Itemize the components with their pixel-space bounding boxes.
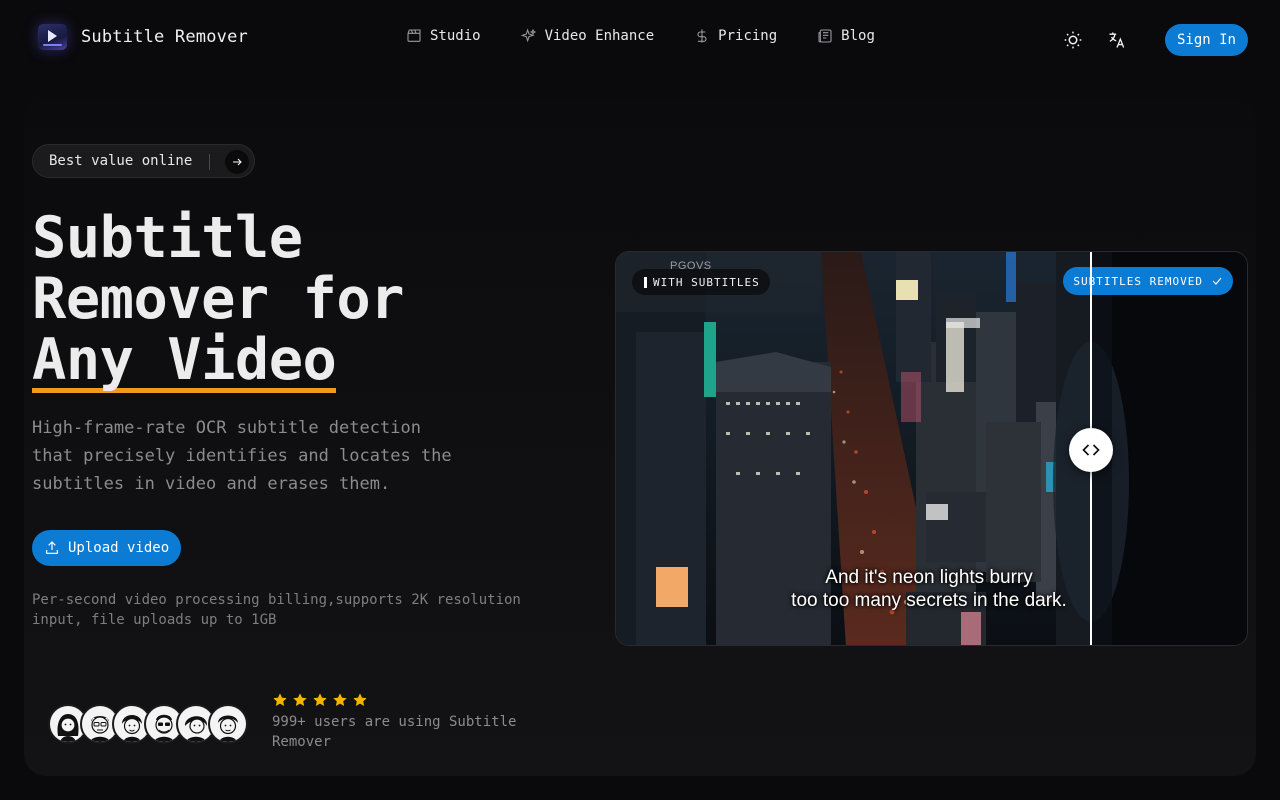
sun-icon <box>1064 31 1082 49</box>
user-avatars <box>48 704 248 744</box>
headline-line-1: Subtitle <box>32 205 303 271</box>
best-value-pill[interactable]: Best value online <box>32 144 255 178</box>
badge-marker <box>644 276 647 288</box>
star-icon <box>313 693 327 706</box>
hero-description: High-frame-rate OCR subtitle detection t… <box>32 418 452 494</box>
star-icon <box>293 693 307 706</box>
with-subtitles-badge: WITH SUBTITLES <box>632 269 770 295</box>
badge-left-label: WITH SUBTITLES <box>653 275 760 289</box>
nav-link-label: Blog <box>841 28 875 44</box>
brand[interactable]: Subtitle Remover <box>38 24 248 50</box>
sign-in-button[interactable]: Sign In <box>1164 24 1248 56</box>
nav-link-label: Pricing <box>718 28 778 44</box>
nav-link-studio[interactable]: Studio <box>406 28 481 44</box>
subtitles-removed-badge: SUBTITLES REMOVED <box>1063 267 1233 295</box>
sparkles-icon <box>520 28 536 43</box>
nav-links: Studio Video Enhance Pricing Blog <box>406 28 875 44</box>
newspaper-icon <box>818 29 832 43</box>
brand-name: Subtitle Remover <box>81 27 248 47</box>
pill-divider <box>209 154 210 170</box>
nav-link-pricing[interactable]: Pricing <box>694 28 777 44</box>
upload-label: Upload video <box>68 540 170 556</box>
hero-headline: Subtitle Remover for Any Video <box>32 205 405 393</box>
caption-line-2: too too many secrets in the dark. <box>791 590 1067 611</box>
caption-line-1: And it's neon lights burry <box>825 567 1033 588</box>
app-logo-icon <box>38 24 67 50</box>
dollar-icon <box>697 29 707 43</box>
nav-link-label: Studio <box>430 28 481 44</box>
top-nav: Subtitle Remover Studio Video Enhance Pr… <box>0 0 1280 80</box>
rating-text: 999+ users are using Subtitle Remover <box>272 714 517 750</box>
nav-link-video-enhance[interactable]: Video Enhance <box>520 28 655 44</box>
pill-label: Best value online <box>49 153 193 169</box>
clapperboard-icon <box>407 29 421 42</box>
star-icon <box>333 693 347 706</box>
rating-block: 999+ users are using Subtitle Remover <box>272 692 532 752</box>
upload-icon <box>46 541 58 554</box>
chevrons-left-right-icon <box>1082 444 1100 456</box>
star-icon <box>273 693 287 706</box>
translate-icon <box>1109 32 1125 48</box>
star-icon <box>353 693 367 706</box>
check-icon <box>1212 277 1222 285</box>
comparison-slider-handle[interactable] <box>1069 428 1113 472</box>
theme-toggle-button[interactable] <box>1057 24 1089 56</box>
before-after-comparison[interactable]: PGOVS WITH SUBTITLES SUBTITLES REMOVED A… <box>615 251 1248 646</box>
headline-line-2: Remover for <box>32 266 405 332</box>
language-button[interactable] <box>1101 24 1133 56</box>
headline-highlight: Any Video <box>32 327 337 393</box>
arrow-right-icon <box>225 150 249 174</box>
badge-right-label: SUBTITLES REMOVED <box>1073 274 1203 288</box>
nav-link-blog[interactable]: Blog <box>817 28 875 44</box>
star-rating <box>272 692 532 708</box>
nav-link-label: Video Enhance <box>544 28 655 44</box>
avatar <box>208 704 248 744</box>
upload-video-button[interactable]: Upload video <box>32 530 182 566</box>
video-subtitle-caption: And it's neon lights burry too too many … <box>764 566 1094 612</box>
nav-actions: Sign In <box>1057 24 1248 56</box>
billing-note: Per-second video processing billing,supp… <box>32 592 521 628</box>
